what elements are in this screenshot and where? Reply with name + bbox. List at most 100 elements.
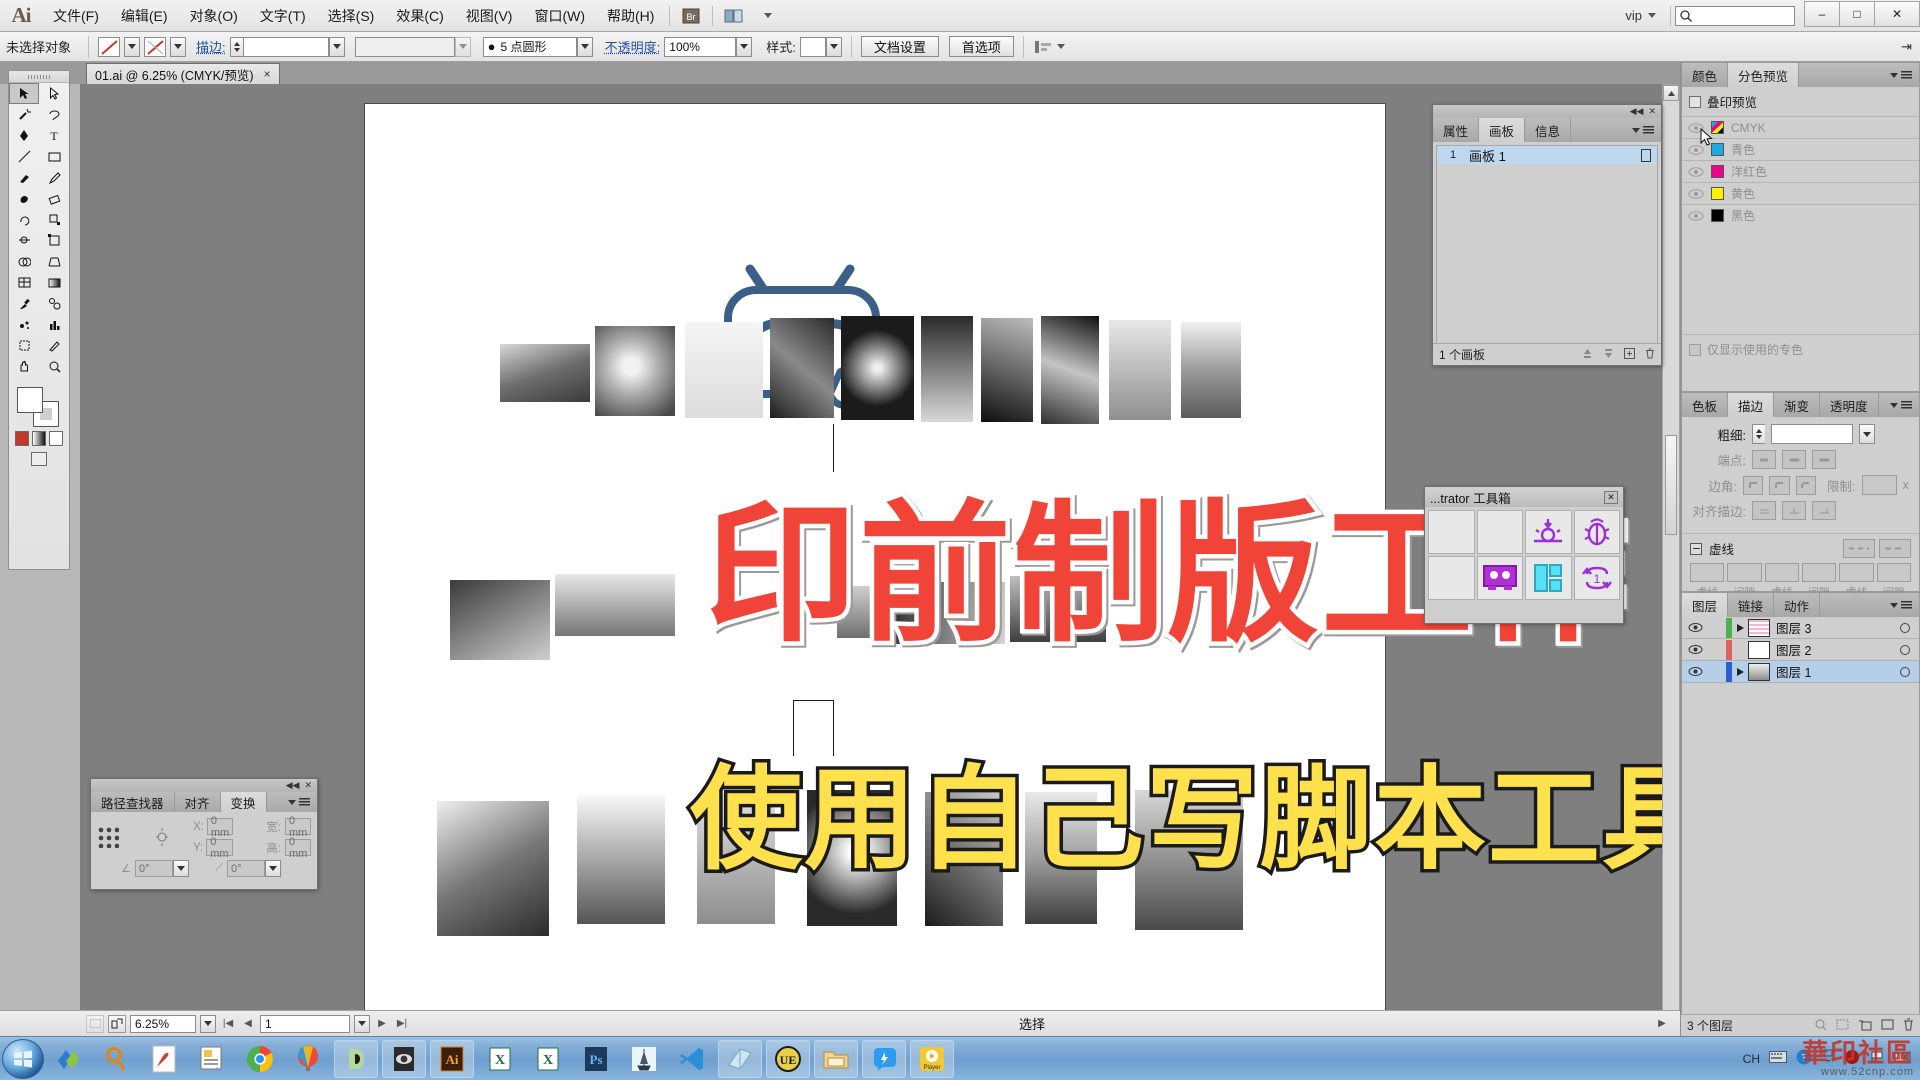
collapse-icon[interactable]: ◀◀: [1630, 107, 1644, 116]
canvas-vertical-scrollbar[interactable]: [1662, 84, 1680, 1036]
stroke-weight-input[interactable]: [1771, 424, 1853, 444]
overprint-preview-checkbox[interactable]: 叠印预览: [1682, 87, 1919, 116]
table-row[interactable]: 图层 3: [1682, 617, 1919, 639]
lasso-tool[interactable]: [39, 104, 69, 125]
menu-file[interactable]: 文件(F): [42, 2, 110, 30]
tab-stroke[interactable]: 描边: [1728, 393, 1775, 417]
rotate-angle-input[interactable]: 0°: [135, 860, 173, 877]
shear-angle-input[interactable]: 0°: [227, 860, 265, 877]
mesh-tool[interactable]: [9, 272, 39, 293]
transform-floating-panel[interactable]: ◀◀ ✕ 路径查找器 对齐 变换 X: 0 mm 宽: 0 mm Y: 0 mm: [90, 778, 318, 890]
layer-expand-arrow-icon[interactable]: [1732, 623, 1748, 632]
separation-row-yellow[interactable]: 黄色: [1682, 182, 1919, 204]
stroke-weight-dropdown[interactable]: [328, 36, 345, 57]
eye-icon[interactable]: [382, 1039, 426, 1078]
column-graph-tool[interactable]: [39, 314, 69, 335]
zoom-level-dropdown[interactable]: [200, 1014, 216, 1033]
zoom-level-input[interactable]: 6.25%: [130, 1014, 196, 1033]
document-tab[interactable]: 01.ai @ 6.25% (CMYK/预览) ×: [86, 63, 280, 84]
pen-tool[interactable]: [9, 125, 39, 146]
create-new-sublayer-icon[interactable]: [1858, 1018, 1872, 1034]
normal-screen-mode-button[interactable]: [31, 452, 47, 466]
chrome-icon[interactable]: [238, 1040, 282, 1078]
layer-visibility-icon[interactable]: [1682, 644, 1708, 655]
menu-view[interactable]: 视图(V): [455, 2, 524, 30]
shear-angle-dropdown[interactable]: [265, 860, 281, 877]
notepad-icon[interactable]: [718, 1039, 762, 1078]
vertical-scroll-thumb[interactable]: [1665, 435, 1677, 535]
paintbrush-tool[interactable]: [9, 167, 39, 188]
direct-selection-tool[interactable]: [39, 83, 69, 104]
panel-menu-button[interactable]: [1883, 593, 1919, 617]
eraser-tool[interactable]: [39, 188, 69, 209]
previous-artboard-button[interactable]: ◀: [240, 1015, 256, 1033]
close-button[interactable]: ✕: [1874, 0, 1920, 27]
collapse-icon[interactable]: ◀◀: [286, 781, 300, 790]
zoom-tool[interactable]: [39, 356, 69, 377]
table-row[interactable]: 图层 1: [1682, 661, 1919, 683]
player-icon[interactable]: Player: [910, 1039, 954, 1078]
eye-icon[interactable]: [1688, 188, 1704, 200]
tab-separation-preview[interactable]: 分色预览: [1728, 63, 1800, 87]
gradient-tool[interactable]: [39, 272, 69, 293]
opacity-input[interactable]: 100%: [664, 36, 737, 57]
gap-input-2[interactable]: [1801, 563, 1837, 582]
script-repeat-icon[interactable]: 1: [1573, 556, 1620, 600]
artboard-navigation-icon[interactable]: [86, 1014, 104, 1033]
dash-input-1[interactable]: [1690, 563, 1725, 582]
share-export-icon[interactable]: [108, 1014, 126, 1033]
layer-target-indicator[interactable]: [1891, 622, 1919, 633]
layer-target-indicator[interactable]: [1891, 644, 1919, 655]
perspective-grid-tool[interactable]: [39, 251, 69, 272]
photoshop-icon[interactable]: Ps: [574, 1040, 618, 1078]
panel-menu-button[interactable]: [1883, 63, 1919, 87]
gap-input-3[interactable]: [1876, 563, 1911, 582]
panel-menu-button[interactable]: [1625, 118, 1661, 142]
layer-target-indicator[interactable]: [1891, 666, 1919, 677]
tab-align[interactable]: 对齐: [175, 792, 221, 812]
separation-row-cyan[interactable]: 青色: [1682, 138, 1919, 160]
dash-adjust-button[interactable]: [1879, 539, 1911, 558]
pencil-tool[interactable]: [39, 167, 69, 188]
script-button-blank[interactable]: [1476, 510, 1523, 554]
menu-effect[interactable]: 效果(C): [385, 2, 454, 30]
layer-visibility-icon[interactable]: [1682, 666, 1708, 677]
scale-tool[interactable]: [39, 209, 69, 230]
stroke-dropdown-button[interactable]: [170, 36, 187, 57]
artboard-number-input[interactable]: 1: [260, 1014, 350, 1033]
close-icon[interactable]: ✕: [1648, 107, 1656, 116]
script-toolbox-floating-panel[interactable]: ...trator 工具箱 ✕ 1: [1424, 486, 1624, 624]
tab-links[interactable]: 链接: [1728, 593, 1775, 617]
excel2-icon[interactable]: X: [526, 1040, 570, 1078]
script-toolbox-title-bar[interactable]: ...trator 工具箱 ✕: [1425, 487, 1623, 507]
stroke-profile-control[interactable]: [354, 36, 471, 57]
rotate-tool[interactable]: [9, 209, 39, 230]
script-button-blank[interactable]: [1428, 510, 1475, 554]
menu-select[interactable]: 选择(S): [317, 2, 386, 30]
move-down-icon[interactable]: [1603, 348, 1614, 362]
artboard-orientation-icon[interactable]: [1635, 148, 1657, 162]
folder-icon[interactable]: [814, 1039, 858, 1078]
stroke-weight-stepper[interactable]: [1752, 424, 1765, 444]
last-artboard-button[interactable]: ▶|: [394, 1015, 410, 1033]
dash-preserve-exact-button[interactable]: [1843, 539, 1875, 558]
free-transform-tool[interactable]: [39, 230, 69, 251]
rotate-angle-dropdown[interactable]: [173, 860, 189, 877]
width-input[interactable]: 0 mm: [285, 815, 311, 839]
excel-icon[interactable]: X: [478, 1040, 522, 1078]
status-menu-button[interactable]: ▶: [1654, 1015, 1670, 1033]
workspace-switcher[interactable]: vip: [1615, 8, 1666, 23]
align-control[interactable]: [1033, 39, 1065, 55]
eyedropper-tool[interactable]: [9, 293, 39, 314]
snipaste-icon[interactable]: [190, 1040, 234, 1078]
miter-join-button[interactable]: [1742, 475, 1764, 495]
height-input[interactable]: 0 mm: [285, 836, 311, 860]
selection-tool[interactable]: [9, 83, 39, 104]
close-icon[interactable]: ×: [264, 67, 271, 81]
tab-properties[interactable]: 属性: [1433, 118, 1480, 142]
stroke-weight-control[interactable]: [229, 36, 345, 57]
arrange-documents-icon[interactable]: [719, 4, 749, 28]
layer-name[interactable]: 图层 3: [1776, 618, 1891, 637]
opacity-label[interactable]: 不透明度:: [605, 37, 661, 56]
search-input[interactable]: [1675, 5, 1795, 26]
